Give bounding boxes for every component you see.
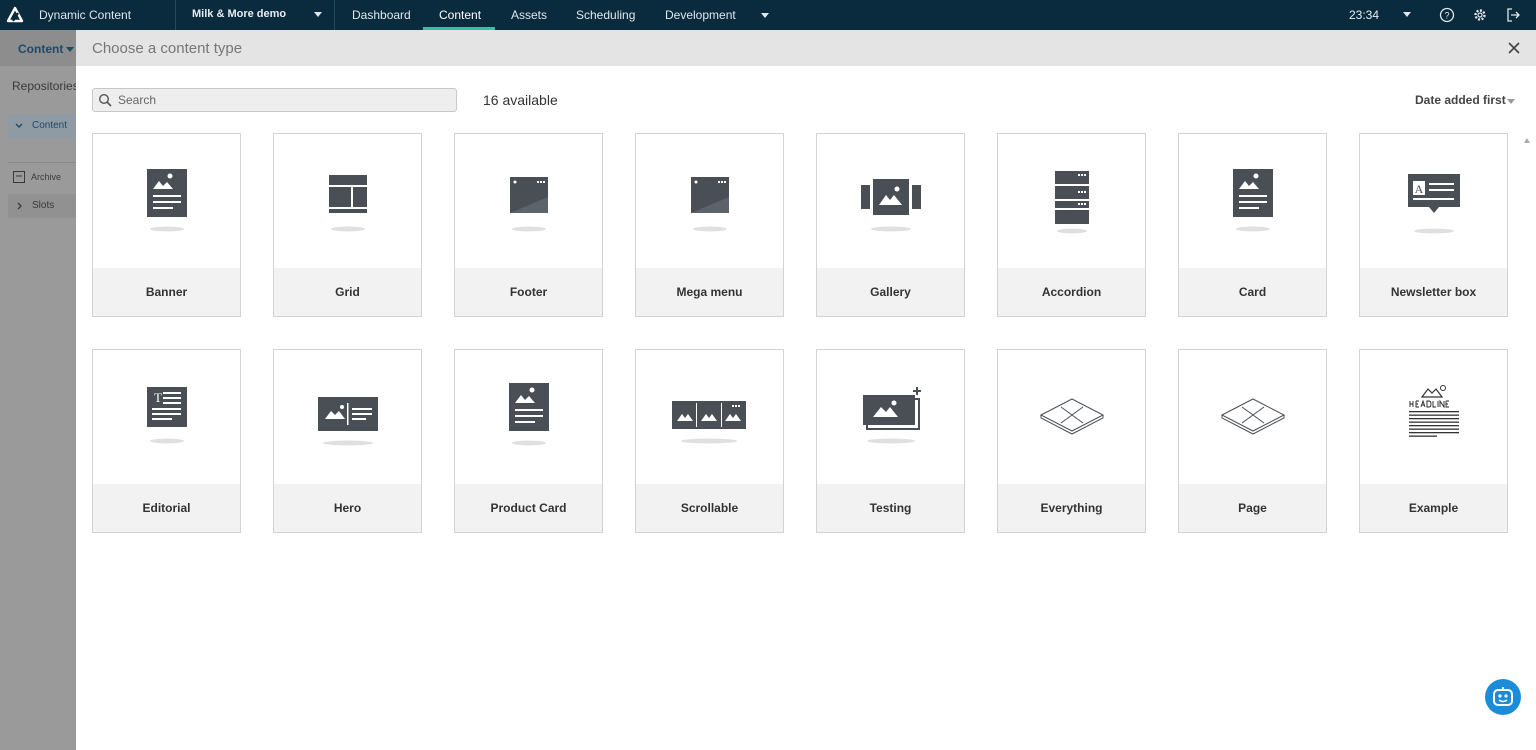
hub-selector[interactable]: Milk & More demo [192,8,286,20]
content-type-card-card[interactable]: Card [1178,133,1327,317]
card-icon [1232,169,1273,232]
grid-icon [328,175,367,232]
chevron-right-icon [17,202,22,210]
testing-icon [862,387,921,444]
content-type-label: Product Card [490,501,567,515]
help-icon[interactable]: ? [1439,7,1455,23]
chevron-down-icon [15,123,23,128]
content-type-label: Mega menu [676,285,743,299]
content-type-card-gallery[interactable]: Gallery [816,133,965,317]
modal-header [76,30,1536,66]
repositories-heading: Repositories [12,79,79,93]
content-type-label: Hero [333,501,362,515]
hub-chevron-down-icon[interactable] [314,12,322,17]
settings-gear-icon[interactable] [1472,7,1488,23]
content-type-card-editorial[interactable]: T Editorial [92,349,241,533]
divider [334,0,335,30]
available-count: 16 available [483,92,558,108]
chatbot-icon [1493,687,1513,706]
top-navigation-bar: Dynamic Content Milk & More demo Dashboa… [0,0,1536,30]
content-type-card-everything[interactable]: Everything [997,349,1146,533]
content-type-card-accordion[interactable]: Accordion [997,133,1146,317]
hero-icon [317,397,378,446]
search-field[interactable] [92,88,457,112]
content-type-label: Gallery [870,285,911,299]
svg-text:A: A [1414,182,1423,196]
sidebar-item-label: Slots [32,200,55,211]
sidebar: Content Repositories Content Archive Slo… [0,30,79,750]
modal-title: Choose a content type [92,40,243,57]
app-name: Dynamic Content [39,8,132,22]
content-type-label: Editorial [142,501,191,515]
content-type-label: Card [1238,285,1267,299]
content-type-card-newsletter-box[interactable]: A Newsletter box [1359,133,1508,317]
search-icon [98,93,112,107]
time-chevron-down-icon[interactable] [1403,12,1411,17]
tab-assets[interactable]: Assets [511,8,547,22]
content-type-card-hero[interactable]: Hero [273,349,422,533]
placeholder-icon [1039,398,1104,435]
svg-text:T: T [154,390,162,405]
placeholder-icon [1220,398,1285,435]
accordion-icon [1054,171,1089,234]
product-card-icon [508,383,549,446]
close-icon[interactable] [1507,41,1521,55]
more-tabs-chevron-down-icon[interactable] [761,13,769,18]
archive-icon [13,171,25,183]
clock-time: 23:34 [1349,8,1380,22]
content-type-card-product-card[interactable]: Product Card [454,349,603,533]
content-type-card-banner[interactable]: Banner [92,133,241,317]
sidebar-item-content[interactable]: Content [8,114,76,138]
content-type-label: Banner [145,285,188,299]
sidebar-item-label: Content [32,120,68,131]
svg-text:?: ? [1444,11,1449,21]
sort-dropdown[interactable]: Date added first [1415,93,1506,107]
divider [175,0,176,30]
content-type-card-grid[interactable]: Grid [273,133,422,317]
content-type-label: Example [1408,501,1459,515]
content-type-label: Newsletter box [1390,285,1477,299]
content-type-card-example[interactable]: Example [1359,349,1508,533]
content-type-label: Accordion [1041,285,1102,299]
content-type-card-footer[interactable]: Footer [454,133,603,317]
logout-icon[interactable] [1505,7,1521,23]
scroll-up-arrow-icon[interactable] [1524,138,1530,143]
search-input[interactable] [118,91,448,109]
content-type-label: Everything [1040,501,1103,515]
content-type-card-mega-menu[interactable]: Mega menu [635,133,784,317]
tab-content[interactable]: Content [439,8,481,22]
content-type-label: Testing [869,501,912,515]
tab-dashboard[interactable]: Dashboard [352,8,411,22]
sidebar-item-archive[interactable]: Archive [31,172,61,182]
content-type-label: Grid [335,285,360,299]
editorial-icon: T [146,387,187,444]
tab-development[interactable]: Development [665,8,736,22]
headline-icon [1408,385,1459,437]
footer-icon [509,177,548,232]
scrollable-icon [671,401,746,444]
sidebar-item-slots[interactable]: Slots [8,194,76,218]
divider [8,162,76,163]
content-type-label: Footer [509,285,548,299]
chatbot-button[interactable] [1485,679,1521,715]
amplience-logo-icon[interactable] [6,6,24,24]
content-type-card-testing[interactable]: Testing [816,349,965,533]
content-type-label: Page [1238,501,1267,515]
sort-chevron-down-icon[interactable] [1507,99,1515,104]
newsletter-icon: A [1407,174,1460,234]
content-chevron-down-icon[interactable] [66,47,74,52]
content-type-modal: Choose a content type 16 available Date … [76,30,1536,750]
gallery-icon [860,179,921,232]
banner-icon [146,169,187,232]
scrollbar[interactable] [1524,134,1530,750]
content-type-label: Scrollable [680,501,739,515]
content-type-card-page[interactable]: Page [1178,349,1327,533]
content-type-card-scrollable[interactable]: Scrollable [635,349,784,533]
mega-menu-icon [690,177,729,232]
tab-scheduling[interactable]: Scheduling [576,8,635,22]
content-dropdown[interactable]: Content [18,42,63,56]
